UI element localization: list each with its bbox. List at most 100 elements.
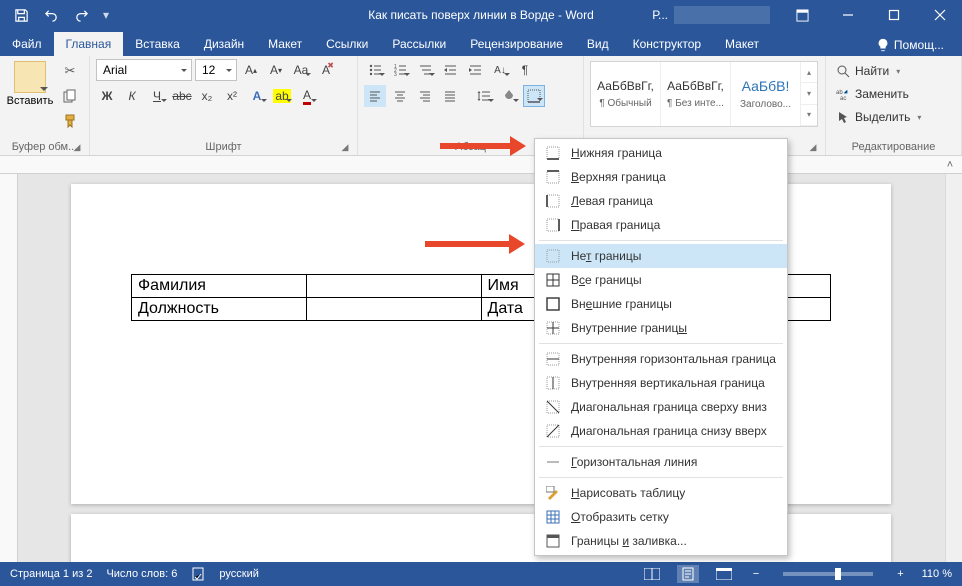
menu-border-top[interactable]: Верхняя граница	[535, 165, 787, 189]
cut-button[interactable]: ✂	[60, 61, 80, 81]
table-cell[interactable]	[306, 298, 481, 321]
menu-border-diag-down[interactable]: Диагональная граница сверху вниз	[535, 395, 787, 419]
qat-customize[interactable]: ▾	[100, 4, 112, 26]
tab-review[interactable]: Рецензирование	[458, 32, 575, 56]
tab-references[interactable]: Ссылки	[314, 32, 380, 56]
tab-design[interactable]: Дизайн	[192, 32, 256, 56]
tab-table-design[interactable]: Конструктор	[621, 32, 713, 56]
menu-border-right[interactable]: Правая граница	[535, 213, 787, 237]
font-name-combo[interactable]: Arial	[96, 59, 192, 81]
horizontal-ruler[interactable]	[0, 156, 962, 174]
bullets-button[interactable]	[364, 59, 386, 81]
copy-button[interactable]	[60, 86, 80, 106]
status-proofing-icon[interactable]	[191, 567, 205, 581]
increase-indent-button[interactable]	[464, 59, 486, 81]
table-cell[interactable]	[306, 275, 481, 298]
view-print-layout[interactable]	[677, 565, 699, 583]
underline-button[interactable]: Ч	[146, 85, 168, 107]
highlight-button[interactable]: ab	[271, 85, 293, 107]
grow-font-button[interactable]: A▴	[240, 59, 262, 81]
menu-border-inside-v[interactable]: Внутренняя вертикальная граница	[535, 371, 787, 395]
menu-border-inside[interactable]: Внутренние границы	[535, 316, 787, 340]
table-cell[interactable]: Фамилия	[132, 275, 307, 298]
zoom-level[interactable]: 110 %	[922, 568, 952, 580]
numbering-button[interactable]: 123	[389, 59, 411, 81]
multilevel-list-button[interactable]	[414, 59, 436, 81]
view-web-layout[interactable]	[713, 565, 735, 583]
account-area[interactable]: Р...	[644, 0, 778, 30]
justify-button[interactable]	[439, 85, 461, 107]
font-color-button[interactable]: A	[296, 85, 318, 107]
font-launcher[interactable]: ◢	[339, 141, 351, 153]
status-page[interactable]: Страница 1 из 2	[10, 568, 92, 580]
status-language[interactable]: русский	[219, 568, 258, 580]
style-heading1[interactable]: АаБбВ!Заголово...	[731, 62, 801, 126]
table-cell[interactable]: Должность	[132, 298, 307, 321]
text-effects-button[interactable]: A	[246, 85, 268, 107]
style-gallery[interactable]: АаБбВвГг,¶ Обычный АаБбВвГг,¶ Без инте..…	[590, 61, 818, 127]
align-center-button[interactable]	[389, 85, 411, 107]
shrink-font-button[interactable]: A▾	[265, 59, 287, 81]
italic-button[interactable]: К	[121, 85, 143, 107]
line-spacing-button[interactable]	[473, 85, 495, 107]
replace-button[interactable]: abacЗаменить	[832, 84, 955, 104]
tab-insert[interactable]: Вставка	[123, 32, 192, 56]
menu-draw-table[interactable]: Нарисовать таблицу	[535, 481, 787, 505]
decrease-indent-button[interactable]	[439, 59, 461, 81]
zoom-in-button[interactable]: +	[893, 568, 907, 580]
styles-launcher[interactable]: ◢	[807, 141, 819, 153]
tab-mailings[interactable]: Рассылки	[380, 32, 458, 56]
tab-table-layout[interactable]: Макет	[713, 32, 771, 56]
borders-button[interactable]	[523, 85, 545, 107]
ribbon-display-options[interactable]	[780, 0, 824, 30]
menu-border-none[interactable]: Нет границы	[535, 244, 787, 268]
strikethrough-button[interactable]: abc	[171, 85, 193, 107]
tell-me[interactable]: Помощ...	[868, 34, 952, 56]
select-button[interactable]: Выделить▾	[832, 107, 955, 127]
clear-formatting-button[interactable]: A✖	[315, 59, 337, 81]
style-no-spacing[interactable]: АаБбВвГг,¶ Без инте...	[661, 62, 731, 126]
menu-horizontal-line[interactable]: Горизонтальная линия	[535, 450, 787, 474]
superscript-button[interactable]: x²	[221, 85, 243, 107]
show-marks-button[interactable]: ¶	[514, 59, 536, 81]
menu-border-inside-h[interactable]: Внутренняя горизонтальная граница	[535, 347, 787, 371]
zoom-slider[interactable]	[783, 572, 873, 576]
undo-button[interactable]	[40, 4, 62, 26]
menu-view-gridlines[interactable]: Отобразить сетку	[535, 505, 787, 529]
redo-button[interactable]	[70, 4, 92, 26]
tab-layout[interactable]: Макет	[256, 32, 314, 56]
sort-button[interactable]: A↓	[489, 59, 511, 81]
bold-button[interactable]: Ж	[96, 85, 118, 107]
tab-home[interactable]: Главная	[54, 32, 124, 56]
zoom-out-button[interactable]: −	[749, 568, 763, 580]
tab-view[interactable]: Вид	[575, 32, 621, 56]
tab-file[interactable]: Файл	[0, 32, 54, 56]
view-read-mode[interactable]	[641, 565, 663, 583]
close-button[interactable]	[918, 0, 962, 30]
change-case-button[interactable]: Aa	[290, 59, 312, 81]
menu-border-outside[interactable]: Внешние границы	[535, 292, 787, 316]
status-words[interactable]: Число слов: 6	[106, 568, 177, 580]
vertical-scrollbar[interactable]	[945, 174, 962, 562]
align-left-button[interactable]	[364, 85, 386, 107]
menu-border-bottom[interactable]: Нижняя граница	[535, 141, 787, 165]
menu-border-left[interactable]: Левая граница	[535, 189, 787, 213]
subscript-button[interactable]: x₂	[196, 85, 218, 107]
save-button[interactable]	[10, 4, 32, 26]
shading-button[interactable]	[498, 85, 520, 107]
vertical-ruler[interactable]	[0, 174, 18, 562]
paste-button[interactable]: Вставить	[6, 61, 54, 107]
clipboard-launcher[interactable]: ◢	[71, 141, 83, 153]
format-painter-button[interactable]	[60, 111, 80, 131]
align-right-button[interactable]	[414, 85, 436, 107]
minimize-button[interactable]	[826, 0, 870, 30]
maximize-button[interactable]	[872, 0, 916, 30]
style-normal[interactable]: АаБбВвГг,¶ Обычный	[591, 62, 661, 126]
menu-border-diag-up[interactable]: Диагональная граница снизу вверх	[535, 419, 787, 443]
font-size-combo[interactable]: 12	[195, 59, 237, 81]
find-button[interactable]: Найти▾	[832, 61, 955, 81]
menu-borders-and-shading[interactable]: Границы и заливка...	[535, 529, 787, 553]
menu-border-all[interactable]: Все границы	[535, 268, 787, 292]
style-gallery-more[interactable]: ▴▾▾	[801, 62, 817, 126]
collapse-ribbon-button[interactable]: ˄	[940, 156, 960, 175]
